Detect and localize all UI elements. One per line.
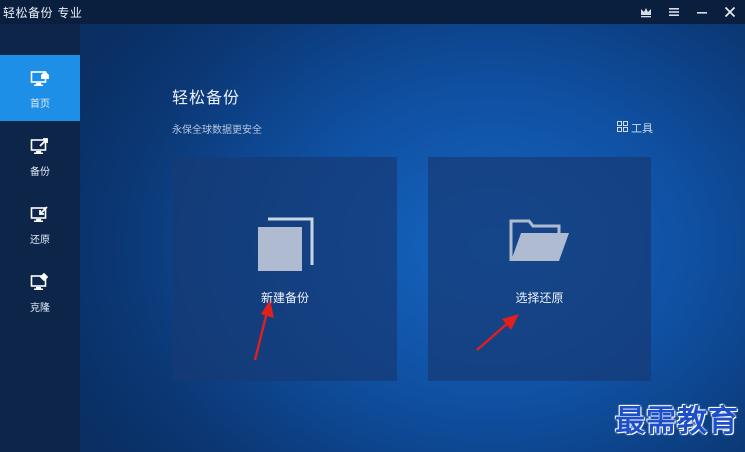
title-bar: 轻松备份 专业 bbox=[0, 0, 745, 24]
sidebar-item-label: 首页 bbox=[30, 98, 50, 110]
close-icon[interactable] bbox=[721, 3, 739, 21]
page-subtitle: 永保全球数据更安全 bbox=[172, 125, 262, 136]
sidebar-item-backup[interactable]: 备份 bbox=[0, 123, 80, 189]
sidebar-item-restore[interactable]: 还原 bbox=[0, 191, 80, 257]
copy-stack-icon bbox=[256, 217, 314, 277]
sidebar-item-home[interactable]: 首页 bbox=[0, 55, 80, 121]
tools-grid-icon bbox=[617, 121, 628, 135]
tools-button[interactable]: 工具 bbox=[617, 120, 653, 136]
sidebar-item-label: 克隆 bbox=[30, 302, 50, 314]
open-folder-icon bbox=[509, 217, 571, 267]
tools-label: 工具 bbox=[631, 122, 653, 135]
new-backup-card[interactable]: 新建备份 bbox=[173, 157, 397, 381]
sidebar-item-label: 备份 bbox=[30, 166, 50, 178]
sidebar-item-clone[interactable]: 克隆 bbox=[0, 259, 80, 325]
watermark-logo: 最需教育 bbox=[615, 404, 739, 439]
sidebar-item-label: 还原 bbox=[30, 234, 50, 246]
restore-monitor-icon bbox=[29, 203, 51, 225]
select-restore-label: 选择还原 bbox=[515, 291, 564, 305]
annotation-arrow bbox=[253, 300, 274, 361]
select-restore-card[interactable]: 选择还原 bbox=[428, 157, 651, 381]
app-window: 轻松备份 专业 首页 备份 还原 克隆 轻松备份 永保全球数据更安全 工具 新建… bbox=[0, 0, 745, 452]
app-title: 轻松备份 专业 bbox=[3, 5, 83, 20]
page-title: 轻松备份 bbox=[172, 88, 241, 107]
sidebar: 首页 备份 还原 克隆 bbox=[0, 24, 80, 452]
clone-monitor-icon bbox=[29, 271, 51, 293]
crown-icon[interactable] bbox=[637, 3, 655, 21]
home-monitor-icon bbox=[29, 67, 51, 89]
menu-icon[interactable] bbox=[665, 3, 683, 21]
new-backup-label: 新建备份 bbox=[260, 291, 309, 305]
window-controls bbox=[637, 0, 739, 24]
backup-monitor-icon bbox=[29, 135, 51, 157]
main-panel: 轻松备份 永保全球数据更安全 工具 新建备份 选择还原 bbox=[80, 24, 745, 452]
minimize-icon[interactable] bbox=[693, 3, 711, 21]
annotation-arrow bbox=[476, 314, 519, 351]
